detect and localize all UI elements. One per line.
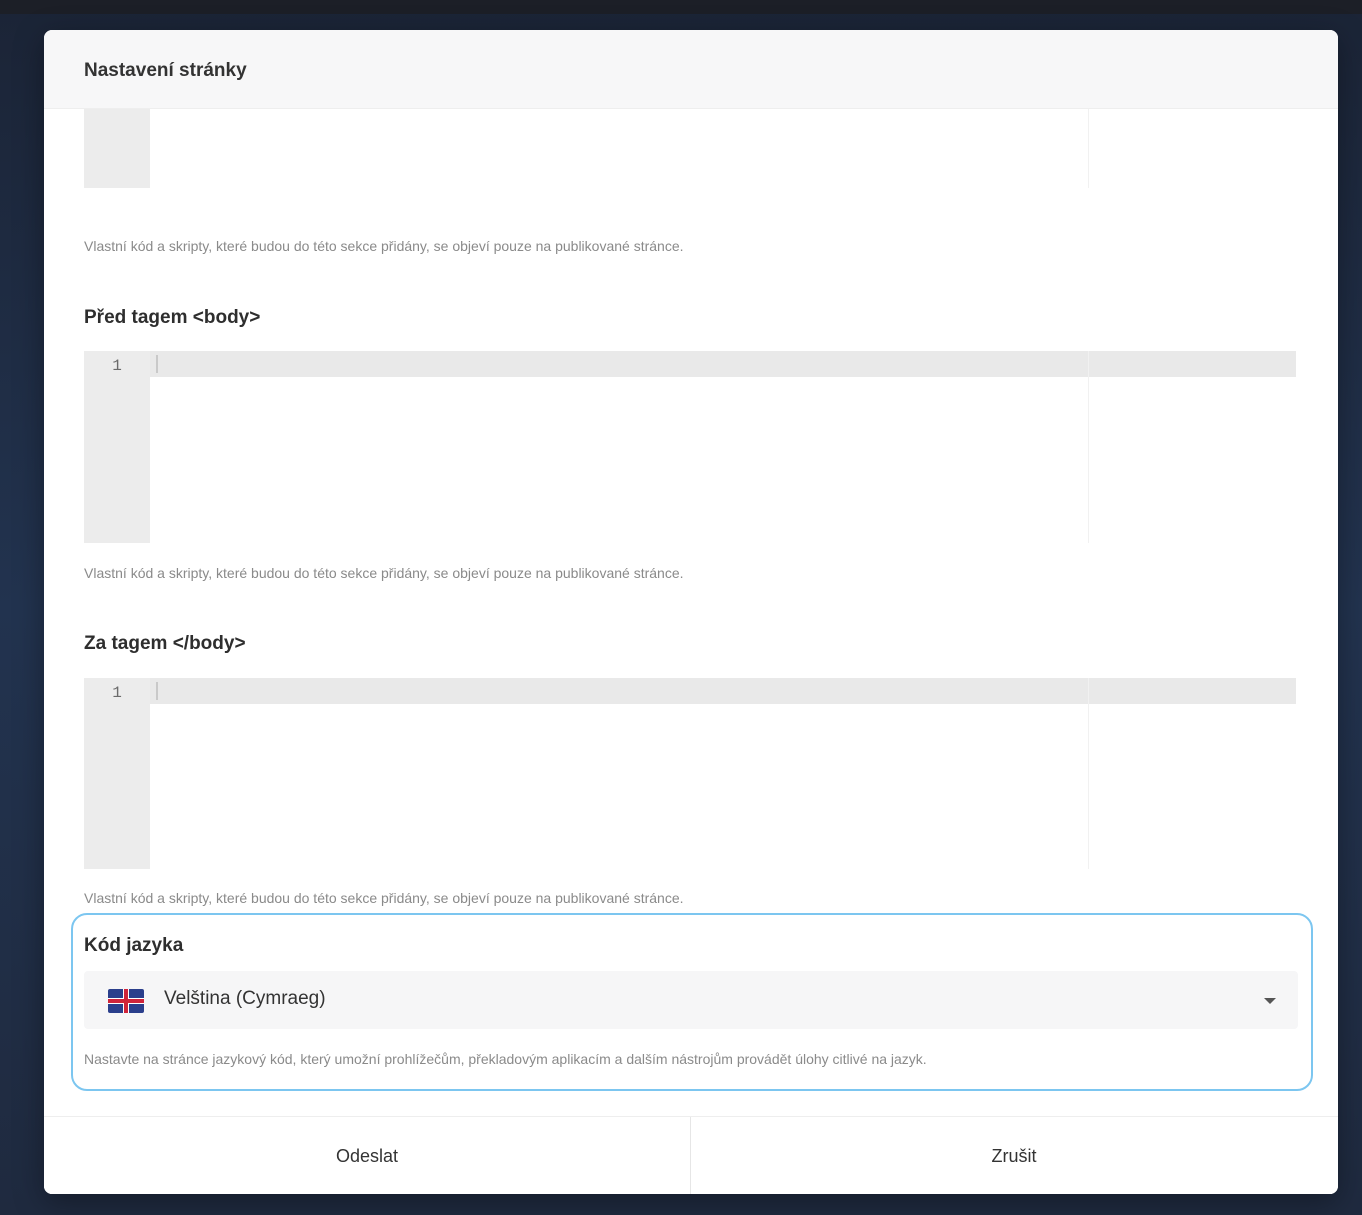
cancel-button[interactable]: Zrušit <box>691 1117 1337 1194</box>
language-code-hint: Nastavte na stránce jazykový kód, který … <box>84 1051 927 1067</box>
text-cursor <box>156 355 158 373</box>
language-select-value: Velština (Cymraeg) <box>164 988 326 1009</box>
head-code-editor[interactable] <box>84 109 1296 188</box>
modal-body[interactable]: Vlastní kód a skripty, které budou do té… <box>44 109 1338 1115</box>
modal-footer: Odeslat Zrušit <box>44 1116 1338 1194</box>
after-body-hint: Vlastní kód a skripty, které budou do té… <box>84 890 684 906</box>
head-code-hint: Vlastní kód a skripty, které budou do té… <box>84 238 684 254</box>
language-code-section: Kód jazyka Velština (Cymraeg) Nastavte n… <box>71 913 1313 1091</box>
page-settings-modal: Nastavení stránky Vlastní kód a skripty,… <box>44 30 1338 1194</box>
editor-gutter: 1 <box>84 351 150 543</box>
after-body-label: Za tagem </body> <box>84 633 246 654</box>
modal-title: Nastavení stránky <box>84 60 247 81</box>
before-body-hint: Vlastní kód a skripty, které budou do té… <box>84 565 684 581</box>
line-number: 1 <box>112 357 122 375</box>
line-number: 1 <box>112 684 122 702</box>
backdrop-topbar <box>0 0 1362 14</box>
modal-header: Nastavení stránky <box>44 30 1338 109</box>
editor-print-margin <box>1088 351 1089 543</box>
text-cursor <box>156 682 158 700</box>
editor-print-margin <box>1088 109 1089 188</box>
flag-icon <box>108 989 144 1013</box>
submit-button[interactable]: Odeslat <box>44 1117 690 1194</box>
active-line <box>150 351 1296 377</box>
editor-print-margin <box>1088 678 1089 869</box>
active-line <box>150 678 1296 704</box>
chevron-down-icon[interactable] <box>1264 998 1276 1004</box>
language-select[interactable]: Velština (Cymraeg) <box>84 971 1298 1029</box>
editor-gutter <box>84 109 150 188</box>
language-code-label: Kód jazyka <box>84 935 184 956</box>
after-body-code-editor[interactable]: 1 <box>84 678 1296 869</box>
before-body-code-editor[interactable]: 1 <box>84 351 1296 543</box>
before-body-label: Před tagem <body> <box>84 307 261 328</box>
editor-gutter: 1 <box>84 678 150 869</box>
